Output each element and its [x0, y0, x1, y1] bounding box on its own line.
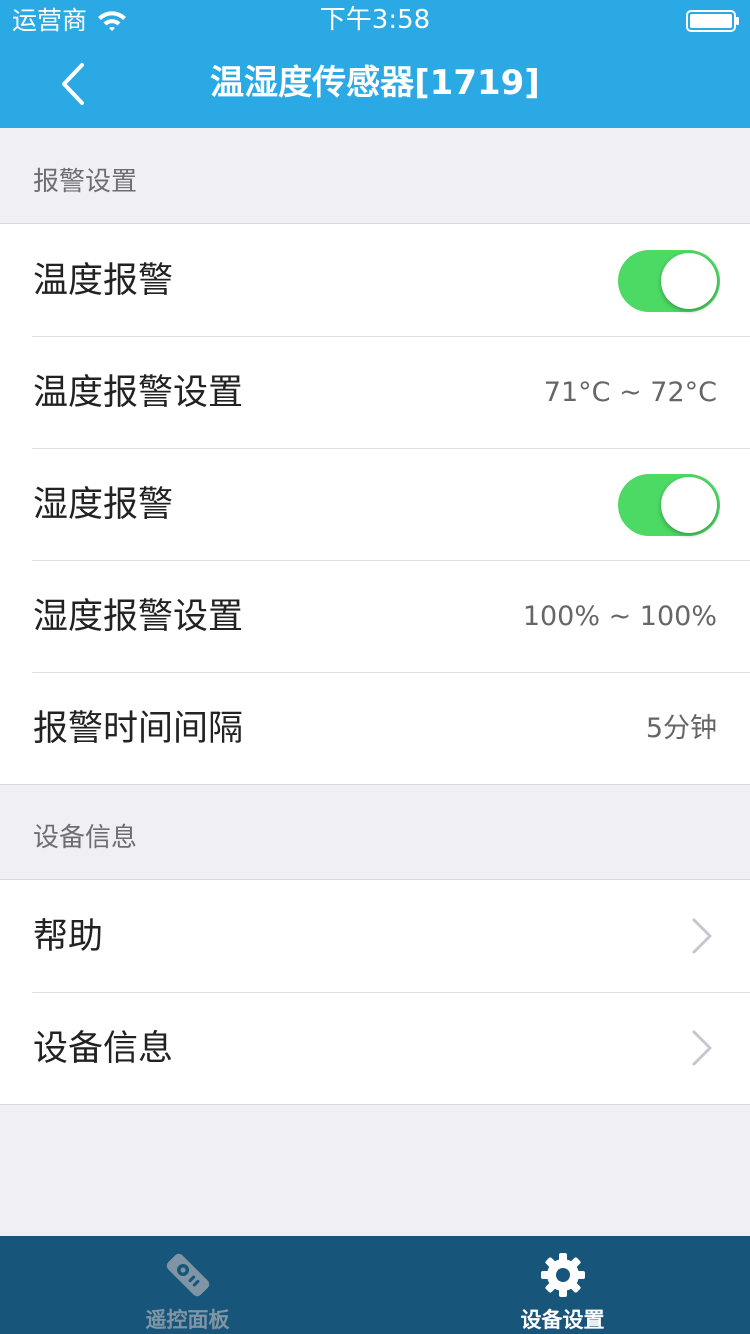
toggle-knob — [661, 477, 717, 533]
battery-icon — [686, 10, 739, 32]
app-header: 运营商 下午3:58 温湿度传感器[1719] — [0, 0, 750, 128]
status-time: 下午3:58 — [319, 5, 431, 35]
tab-bar: 遥控面板 设备设置 — [0, 1236, 750, 1334]
tab-device-settings[interactable]: 设备设置 — [375, 1236, 750, 1334]
help-row[interactable]: 帮助 — [0, 880, 750, 992]
humidity-alarm-toggle[interactable] — [618, 474, 720, 536]
alarm-interval-row[interactable]: 报警时间间隔 5分钟 — [0, 672, 750, 784]
chevron-right-icon — [692, 918, 712, 954]
row-label: 设备信息 — [33, 1029, 174, 1069]
humidity-alarm-settings-row[interactable]: 湿度报警设置 100% ~ 100% — [0, 560, 750, 672]
device-section-title: 设备信息 — [33, 823, 138, 853]
device-section-header: 设备信息 — [0, 784, 750, 880]
status-bar: 运营商 下午3:58 — [0, 0, 750, 40]
humidity-range-value: 100% ~ 100% — [522, 601, 717, 632]
temperature-alarm-settings-row[interactable]: 温度报警设置 71°C ~ 72°C — [0, 336, 750, 448]
tab-label: 遥控面板 — [145, 1308, 230, 1332]
humidity-alarm-row: 湿度报警 — [0, 448, 750, 560]
page-title: 温湿度传感器[1719] — [210, 63, 540, 103]
alarm-section-header: 报警设置 — [0, 128, 750, 224]
row-label: 湿度报警设置 — [33, 597, 244, 637]
chevron-right-icon — [692, 1030, 712, 1066]
row-label: 报警时间间隔 — [33, 709, 244, 749]
row-label: 温度报警 — [33, 261, 174, 301]
row-label: 湿度报警 — [33, 485, 174, 525]
alarm-interval-value: 5分钟 — [645, 713, 717, 744]
navigation-bar: 温湿度传感器[1719] — [0, 40, 750, 128]
device-info-row[interactable]: 设备信息 — [0, 992, 750, 1104]
alarm-settings-group: 温度报警 温度报警设置 71°C ~ 72°C 湿度报警 湿度报警设置 100%… — [0, 224, 750, 785]
tab-remote-control[interactable]: 遥控面板 — [0, 1236, 375, 1334]
remote-control-icon — [166, 1253, 210, 1297]
row-label: 温度报警设置 — [33, 373, 244, 413]
device-info-group: 帮助 设备信息 — [0, 880, 750, 1105]
toggle-knob — [661, 253, 717, 309]
row-label: 帮助 — [33, 917, 104, 957]
tab-label: 设备设置 — [520, 1308, 605, 1332]
temperature-alarm-row: 温度报警 — [0, 224, 750, 336]
alarm-section-title: 报警设置 — [33, 167, 138, 197]
temperature-alarm-toggle[interactable] — [618, 250, 720, 312]
temperature-range-value: 71°C ~ 72°C — [543, 377, 717, 408]
gear-icon — [541, 1253, 585, 1297]
